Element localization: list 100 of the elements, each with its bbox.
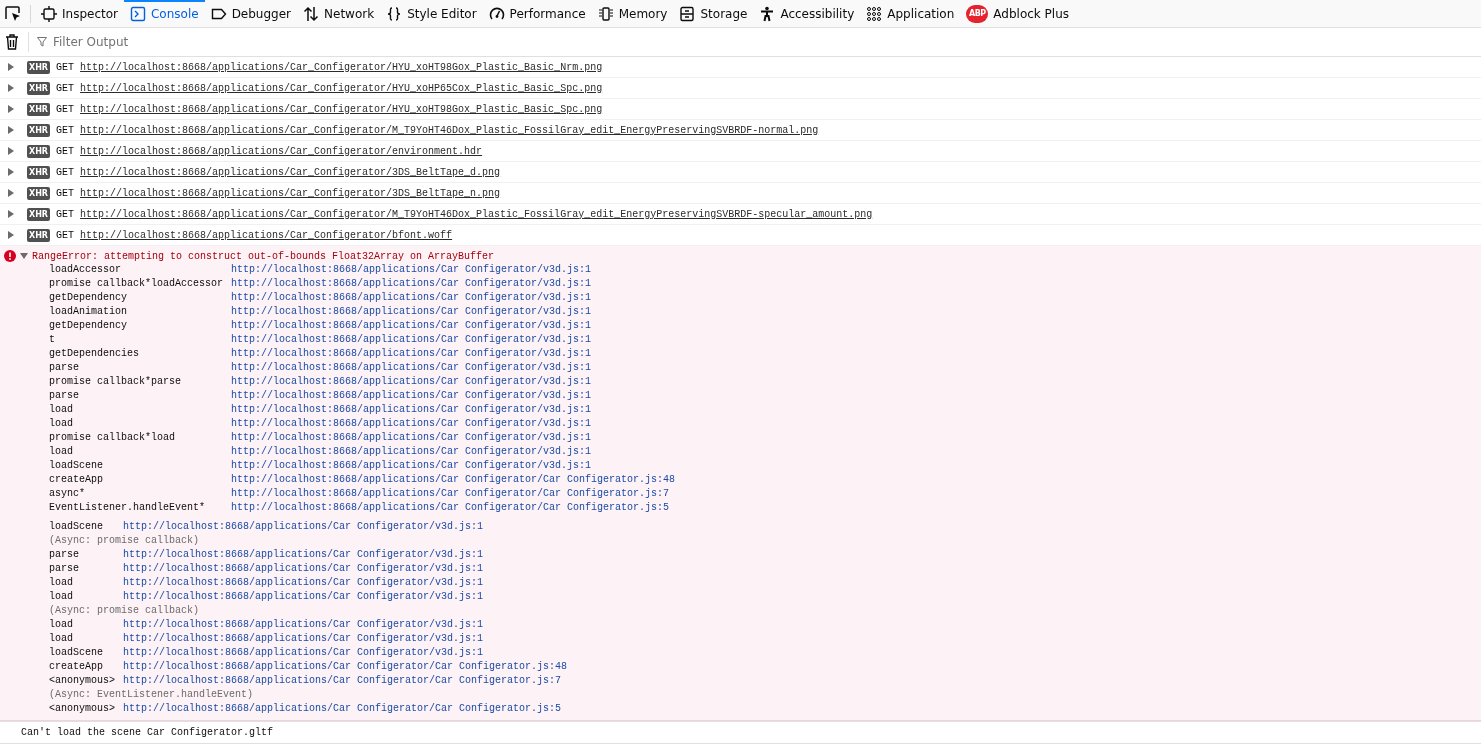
function-name: load <box>49 417 74 431</box>
expand-triangle-icon[interactable] <box>8 147 14 155</box>
function-name: t <box>49 333 56 347</box>
request-url[interactable]: http://localhost:8668/applications/Car_Configerator/3DS_BeltTape_n.png <box>80 187 501 199</box>
devtools-tab[interactable]: Application <box>860 0 961 27</box>
source-link[interactable]: http://localhost:8668/applications/Car Configerator/Car Configerator.js:5 <box>231 501 676 515</box>
source-link[interactable]: http://localhost:8668/applications/Car Configerator/v3d.js:1 <box>231 277 676 291</box>
function-name: promise callback*loadAccessor <box>49 277 224 291</box>
source-link[interactable]: http://localhost:8668/applications/Car Configerator/v3d.js:1 <box>123 520 568 534</box>
function-name: load <box>49 618 74 632</box>
xhr-badge: XHR <box>27 81 51 95</box>
devtools-tab[interactable]: Memory <box>591 0 674 27</box>
function-name: load <box>49 576 74 590</box>
source-link[interactable]: http://localhost:8668/applications/Car Configerator/Car Configerator.js:7 <box>231 487 676 501</box>
expand-triangle-icon[interactable] <box>8 168 14 176</box>
xhr-badge: XHR <box>27 102 51 116</box>
function-name: loadScene <box>49 520 104 534</box>
source-link[interactable]: http://localhost:8668/applications/Car Configerator/Car Configerator.js:48 <box>123 660 568 674</box>
function-name: promise callback*parse <box>49 375 183 389</box>
request-url[interactable]: http://localhost:8668/applications/Car_Configerator/M_T9YoHT46Dox_Plastic_FossilGray_edit_EnergyPreservingSVBRDF-specular_amount.png <box>80 208 873 220</box>
source-link[interactable]: http://localhost:8668/applications/Car Configerator/v3d.js:1 <box>123 562 568 576</box>
source-link[interactable]: http://localhost:8668/applications/Car Configerator/v3d.js:1 <box>231 459 676 473</box>
async-label: (Async: EventListener.handleEvent) <box>49 688 255 702</box>
function-name: createApp <box>49 660 104 674</box>
xhr-badge: XHR <box>27 60 51 74</box>
request-url[interactable]: http://localhost:8668/applications/Car_Configerator/environment.hdr <box>80 145 483 157</box>
devtools-tab[interactable]: Accessibility <box>753 0 861 27</box>
request-method: GET <box>56 145 75 157</box>
devtools-tab[interactable]: Inspector <box>35 0 124 27</box>
person-icon <box>759 5 776 22</box>
source-link[interactable]: http://localhost:8668/applications/Car Configerator/v3d.js:1 <box>123 646 568 660</box>
async-label: (Async: promise callback) <box>49 534 201 548</box>
source-link[interactable]: http://localhost:8668/applications/Car Configerator/v3d.js:1 <box>231 305 676 319</box>
request-method: GET <box>56 124 75 136</box>
function-name: load <box>49 403 74 417</box>
console-icon <box>130 5 146 22</box>
request-url[interactable]: http://localhost:8668/applications/Car_Configerator/HYU_xoHP65Cox_Plastic_Basic_Spc.png <box>80 82 603 94</box>
source-link[interactable]: http://localhost:8668/applications/Car Configerator/v3d.js:1 <box>123 576 568 590</box>
source-link[interactable]: http://localhost:8668/applications/Car Configerator/v3d.js:1 <box>231 333 676 347</box>
function-name: parse <box>49 361 80 375</box>
devtools-tab[interactable]: Network <box>297 0 381 27</box>
chip-icon <box>597 5 614 22</box>
source-link[interactable]: http://localhost:8668/applications/Car Configerator/v3d.js:1 <box>231 431 676 445</box>
request-url[interactable]: http://localhost:8668/applications/Car_Configerator/3DS_BeltTape_d.png <box>80 166 501 178</box>
devtools-tab[interactable]: Style Editor <box>380 0 483 27</box>
devtools-tab[interactable]: Debugger <box>204 0 298 27</box>
expand-triangle-icon[interactable] <box>8 63 14 71</box>
expand-triangle-icon[interactable] <box>8 189 14 197</box>
expand-triangle-icon[interactable] <box>8 84 14 92</box>
source-link[interactable]: http://localhost:8668/applications/Car Configerator/v3d.js:1 <box>231 291 676 305</box>
devtools-tab[interactable]: Storage <box>673 0 754 27</box>
request-url[interactable]: http://localhost:8668/applications/Car_Configerator/HYU_xoHT98Gox_Plastic_Basic_Nrm.png <box>80 61 603 73</box>
source-link[interactable]: http://localhost:8668/applications/Car Configerator/v3d.js:1 <box>123 590 568 604</box>
function-name: <anonymous> <box>49 674 115 688</box>
element-picker-icon[interactable] <box>4 4 22 23</box>
source-link[interactable]: http://localhost:8668/applications/Car Configerator/v3d.js:1 <box>231 417 676 431</box>
filter-field[interactable]: Filter Output <box>51 34 255 50</box>
adblock-icon: ABP <box>966 4 989 23</box>
source-link[interactable]: http://localhost:8668/applications/Car Configerator/v3d.js:1 <box>231 403 676 417</box>
source-link[interactable]: http://localhost:8668/applications/Car Configerator/v3d.js:1 <box>123 632 568 646</box>
xhr-badge: XHR <box>27 165 51 179</box>
function-name: <anonymous> <box>49 702 115 716</box>
source-link[interactable]: http://localhost:8668/applications/Car Configerator/v3d.js:1 <box>231 263 676 277</box>
devtools-tab[interactable]: ABP Adblock Plus <box>960 0 1076 27</box>
xhr-badge: XHR <box>27 207 51 221</box>
function-name: getDependencies <box>49 347 140 361</box>
source-link[interactable]: http://localhost:8668/applications/Car Configerator/Car Configerator.js:48 <box>231 473 676 487</box>
request-method: GET <box>56 103 75 115</box>
function-name: loadAnimation <box>49 305 128 319</box>
source-link[interactable]: http://localhost:8668/applications/Car Configerator/v3d.js:1 <box>123 618 568 632</box>
function-name: promise callback*load <box>49 431 177 445</box>
source-link[interactable]: http://localhost:8668/applications/Car Configerator/Car Configerator.js:7 <box>123 674 568 688</box>
expand-triangle-icon[interactable] <box>8 231 14 239</box>
source-link[interactable]: http://localhost:8668/applications/Car Configerator/v3d.js:1 <box>231 319 676 333</box>
expand-triangle-icon[interactable] <box>8 126 14 134</box>
request-method: GET <box>56 166 75 178</box>
arrows-icon <box>303 5 320 22</box>
source-link[interactable]: http://localhost:8668/applications/Car Configerator/Car Configerator.js:5 <box>123 702 568 716</box>
source-link[interactable]: http://localhost:8668/applications/Car Configerator/v3d.js:1 <box>231 361 676 375</box>
source-link[interactable]: http://localhost:8668/applications/Car Configerator/v3d.js:1 <box>123 548 568 562</box>
expand-triangle-icon[interactable] <box>8 105 14 113</box>
expand-triangle-icon[interactable] <box>8 210 14 218</box>
source-link[interactable]: http://localhost:8668/applications/Car Configerator/v3d.js:1 <box>231 445 676 459</box>
function-name: EventListener.handleEvent* <box>49 501 207 515</box>
source-link[interactable]: http://localhost:8668/applications/Car Configerator/v3d.js:1 <box>231 389 676 403</box>
request-url[interactable]: http://localhost:8668/applications/Car_Configerator/HYU_xoHT98Gox_Plastic_Basic_Spc.png <box>80 103 603 115</box>
source-link[interactable]: http://localhost:8668/applications/Car Configerator/v3d.js:1 <box>231 375 676 389</box>
function-name: loadScene <box>49 646 104 660</box>
devtools-tab[interactable]: Performance <box>482 0 592 27</box>
source-link[interactable]: http://localhost:8668/applications/Car Configerator/v3d.js:1 <box>231 347 676 361</box>
request-url[interactable]: http://localhost:8668/applications/Car_Configerator/M_T9YoHT46Dox_Plastic_FossilGray_edit_EnergyPreservingSVBRDF-normal.png <box>80 124 819 136</box>
function-name: getDependency <box>49 291 128 305</box>
trash-icon[interactable] <box>5 34 19 50</box>
devtools-tab[interactable]: Console <box>124 0 205 27</box>
expand-triangle-icon[interactable] <box>20 253 28 259</box>
function-name: getDependency <box>49 319 128 333</box>
request-url[interactable]: http://localhost:8668/applications/Car_Configerator/bfont.woff <box>80 229 453 241</box>
request-method: GET <box>56 208 75 220</box>
function-name: loadAccessor <box>49 263 122 277</box>
grid-icon <box>866 5 883 22</box>
